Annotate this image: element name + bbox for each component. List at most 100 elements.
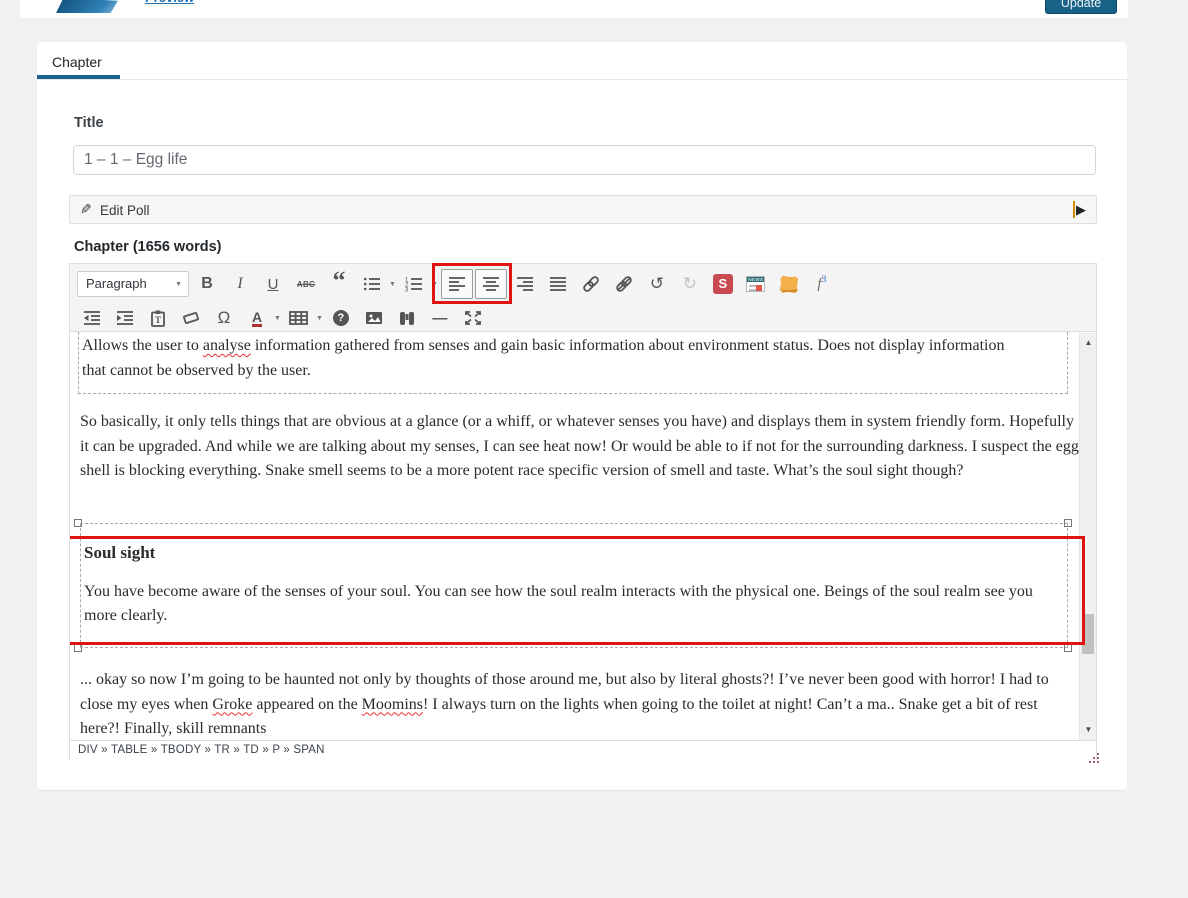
- news-template-icon: NEWS: [746, 276, 765, 292]
- title-label: Title: [74, 115, 104, 131]
- pencil-icon: ✎: [80, 201, 92, 218]
- admin-top-bar: Preview Update: [20, 0, 1128, 18]
- soul-sight-body: You have become aware of the senses of y…: [84, 580, 1066, 629]
- footnote-icon: f3: [817, 275, 826, 293]
- edit-poll-label: Edit Poll: [100, 203, 150, 218]
- underline-icon: U: [268, 276, 279, 293]
- chevron-down-icon: ▼: [175, 273, 182, 297]
- remove-link-button[interactable]: [609, 269, 639, 299]
- s-plugin-icon: S: [713, 274, 733, 294]
- bulleted-list-icon: [363, 276, 381, 292]
- editor-status-bar: DIV » TABLE » TBODY » TR » TD » P » SPAN: [70, 740, 1096, 760]
- strikethrough-icon: ABC: [297, 280, 315, 289]
- table-button[interactable]: [284, 303, 314, 333]
- text-color-icon: A: [252, 310, 262, 327]
- news-header: NEWS: [747, 277, 764, 282]
- numbered-list-button[interactable]: 123: [399, 269, 429, 299]
- align-center-button[interactable]: [475, 269, 507, 299]
- bulleted-list-button[interactable]: [357, 269, 387, 299]
- horizontal-rule-icon: —: [432, 310, 447, 327]
- update-button[interactable]: Update: [1045, 0, 1117, 14]
- align-left-button[interactable]: [441, 269, 473, 299]
- paragraph-format-select[interactable]: Paragraph ▼: [77, 271, 189, 297]
- italic-icon: I: [237, 275, 242, 293]
- indent-button[interactable]: [110, 303, 140, 333]
- chapter-edit-panel: Chapter Title ✎ Edit Poll ▶ Chapter (165…: [37, 42, 1127, 790]
- insert-image-button[interactable]: [359, 303, 389, 333]
- misspelled-word: analyse: [203, 337, 251, 354]
- scroll-down-icon[interactable]: ▼: [1080, 722, 1097, 738]
- title-input[interactable]: [73, 145, 1096, 175]
- outdent-icon: [83, 310, 101, 326]
- horizontal-rule-button[interactable]: —: [425, 303, 455, 333]
- scrollbar-thumb[interactable]: [1082, 614, 1094, 654]
- table-cell-soul-sight[interactable]: Soul sight You have become aware of the …: [80, 523, 1068, 648]
- sticky-note-icon: [781, 277, 797, 292]
- redo-button[interactable]: ↻: [675, 269, 705, 299]
- s-plugin-button[interactable]: S: [708, 269, 738, 299]
- cell-text: Allows the user to analyse information g…: [82, 334, 1022, 383]
- italic-button[interactable]: I: [225, 269, 255, 299]
- misspelled-word: Moomins: [362, 696, 423, 713]
- undo-icon: ↺: [650, 274, 664, 294]
- chevron-down-icon[interactable]: ▼: [389, 281, 396, 288]
- help-button[interactable]: ?: [326, 303, 356, 333]
- paste-as-text-button[interactable]: T: [143, 303, 173, 333]
- bold-icon: B: [201, 275, 213, 293]
- blockquote-button[interactable]: “: [324, 269, 354, 299]
- expand-arrow-icon[interactable]: ▶: [1073, 201, 1086, 218]
- align-right-icon: [516, 276, 534, 292]
- chevron-down-icon[interactable]: ▼: [316, 315, 323, 322]
- redo-icon: ↻: [683, 274, 697, 294]
- chapter-word-count-label: Chapter (1656 words): [74, 239, 221, 255]
- svg-text:T: T: [155, 315, 161, 325]
- text-color-button[interactable]: A: [242, 303, 272, 333]
- undo-button[interactable]: ↺: [642, 269, 672, 299]
- align-center-icon: [482, 276, 500, 292]
- insert-link-button[interactable]: [576, 269, 606, 299]
- table-icon: [289, 310, 308, 326]
- paragraph-so-basically[interactable]: So basically, it only tells things that …: [80, 410, 1082, 484]
- paste-as-text-icon: T: [149, 310, 167, 327]
- align-left-icon: [448, 276, 466, 292]
- edit-poll-toggle[interactable]: ✎ Edit Poll ▶: [69, 195, 1097, 224]
- strikethrough-button[interactable]: ABC: [291, 269, 321, 299]
- fullscreen-icon: [464, 310, 482, 326]
- outdent-button[interactable]: [77, 303, 107, 333]
- special-character-button[interactable]: Ω: [209, 303, 239, 333]
- element-path[interactable]: DIV » TABLE » TBODY » TR » TD » P » SPAN: [78, 744, 325, 756]
- chevron-down-icon[interactable]: ▼: [274, 315, 281, 322]
- find-replace-button[interactable]: [392, 303, 422, 333]
- editor-content-area[interactable]: Allows the user to analyse information g…: [70, 332, 1096, 740]
- site-logo: [56, 0, 118, 13]
- clear-formatting-button[interactable]: [176, 303, 206, 333]
- editor-toolbar: Paragraph ▼ B I U ABC “ ▼: [70, 264, 1096, 332]
- table-cell-analyse[interactable]: Allows the user to analyse information g…: [78, 332, 1068, 394]
- eraser-icon: [182, 310, 200, 326]
- fullscreen-button[interactable]: [458, 303, 488, 333]
- news-template-button[interactable]: NEWS: [741, 269, 771, 299]
- sticky-note-button[interactable]: [774, 269, 804, 299]
- format-select-value: Paragraph: [86, 276, 147, 291]
- vertical-scrollbar[interactable]: ▲ ▼: [1079, 333, 1096, 740]
- preview-link[interactable]: Preview: [145, 0, 194, 5]
- misspelled-word: Groke: [212, 696, 252, 713]
- align-right-button[interactable]: [510, 269, 540, 299]
- underline-button[interactable]: U: [258, 269, 288, 299]
- footnote-button[interactable]: f3: [807, 269, 837, 299]
- numbered-list-icon: 123: [405, 276, 423, 292]
- svg-text:3: 3: [405, 288, 409, 293]
- binoculars-icon: [398, 310, 416, 327]
- indent-icon: [116, 310, 134, 326]
- tab-chapter[interactable]: Chapter: [52, 54, 102, 70]
- blockquote-icon: “: [333, 277, 346, 291]
- paragraph-okay-so-now[interactable]: ... okay so now I’m going to be haunted …: [80, 668, 1070, 740]
- scroll-up-icon[interactable]: ▲: [1080, 335, 1097, 351]
- rich-text-editor: Paragraph ▼ B I U ABC “ ▼: [69, 263, 1097, 760]
- resize-grip-icon[interactable]: [1089, 753, 1091, 755]
- link-icon: [582, 276, 600, 292]
- chevron-down-icon[interactable]: ▼: [431, 281, 438, 288]
- image-icon: [365, 310, 383, 326]
- justify-button[interactable]: [543, 269, 573, 299]
- bold-button[interactable]: B: [192, 269, 222, 299]
